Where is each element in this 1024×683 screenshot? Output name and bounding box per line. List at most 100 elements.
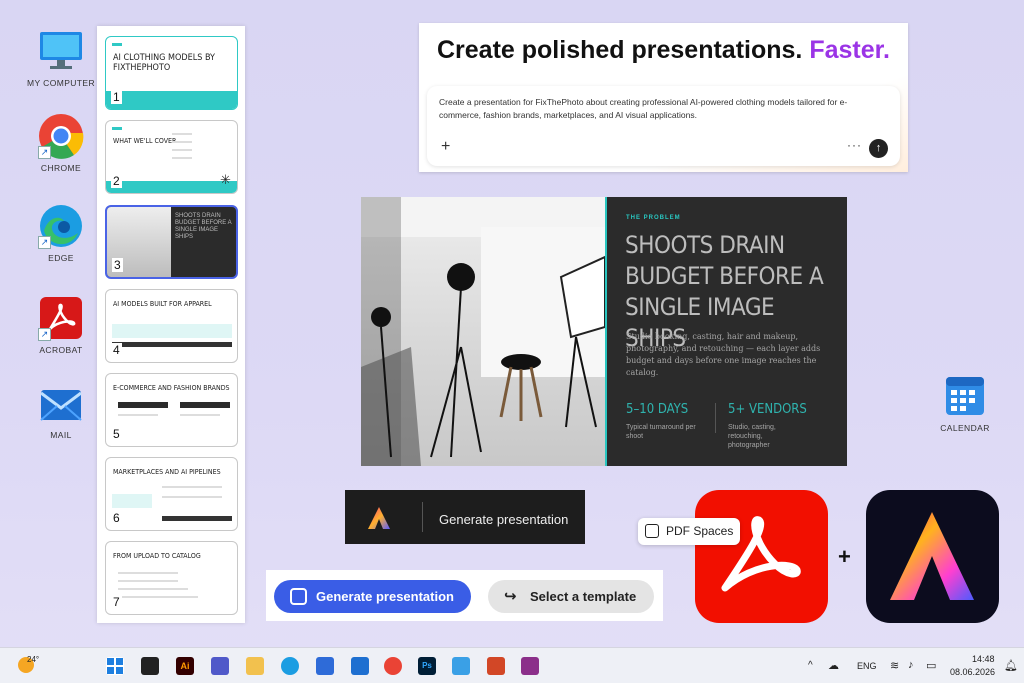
thumb-line	[180, 414, 220, 416]
slide-number: 5	[111, 427, 122, 441]
chevron-up-icon[interactable]: ^	[808, 660, 813, 671]
studio-photo	[361, 197, 606, 466]
desktop-icon-mail[interactable]: MAIL	[25, 380, 97, 440]
edge-icon[interactable]	[281, 657, 299, 675]
headline: Create polished presentations. Faster.	[437, 36, 890, 65]
winrar-icon[interactable]	[521, 657, 539, 675]
monitor-icon	[38, 28, 84, 74]
slide-thumbnail-4[interactable]: AI MODELS BUILT FOR APPAREL 4	[105, 289, 238, 363]
thumb-line	[118, 588, 188, 590]
slide-thumbnail-6[interactable]: MARKETPLACES AND AI PIPELINES 6	[105, 457, 238, 531]
slide-eyebrow: THE PROBLEM	[626, 215, 681, 221]
desktop-icon-acrobat[interactable]: ↗ ACROBAT	[25, 295, 97, 355]
desktop-icon-label: CALENDAR	[940, 423, 990, 433]
prompt-input[interactable]: Create a presentation for FixThePhoto ab…	[427, 86, 900, 166]
slide-thumbnail-2[interactable]: WHAT WE'LL COVER ✳ 2	[105, 120, 238, 194]
pdf-spaces-badge[interactable]: PDF Spaces	[638, 518, 740, 545]
action-bar: Generate presentation ↪ Select a templat…	[266, 570, 663, 621]
thumb-line	[162, 496, 222, 498]
desktop-icon-chrome[interactable]: ↗ CHROME	[25, 113, 97, 173]
powerpoint-icon[interactable]	[487, 657, 505, 675]
photos-icon[interactable]	[452, 657, 470, 675]
slide-thumbnail-1[interactable]: AI CLOTHING MODELS BY FIXTHEPHOTO 1	[105, 36, 238, 110]
teal-accent-bar	[112, 43, 122, 46]
teal-divider	[605, 197, 607, 466]
taskbar: 24° Ai Ps ^ ☁ ENG ≋ ♪ ▭ 14:48 08.06.2026…	[0, 647, 1024, 683]
sparkle-icon: ✳	[220, 172, 231, 187]
acrobat-logo	[695, 490, 828, 623]
chrome-icon: ↗	[38, 113, 84, 159]
slide-thumbnail-3[interactable]: SHOOTS DRAIN BUDGET BEFORE A SINGLE IMAG…	[105, 205, 238, 279]
clock-date[interactable]: 08.06.2026	[950, 667, 995, 677]
thumb-line	[172, 149, 192, 151]
shortcut-arrow-icon: ↗	[38, 146, 51, 159]
slide-thumbnail-5[interactable]: E-COMMERCE AND FASHION BRANDS 5	[105, 373, 238, 447]
desktop-icon-label: EDGE	[48, 253, 74, 263]
thumb-line	[118, 414, 158, 416]
stat-value: 5–10 DAYS	[626, 402, 689, 417]
battery-icon[interactable]: ▭	[926, 659, 936, 672]
task-view-icon[interactable]	[141, 657, 159, 675]
thumb-line	[118, 572, 178, 574]
slide-thumbnail-7[interactable]: FROM UPLOAD TO CATALOG 7	[105, 541, 238, 615]
teal-accent-bar	[112, 127, 122, 130]
headline-main: Create polished presentations.	[437, 36, 803, 64]
sparkle-image-icon	[290, 588, 307, 605]
more-options-button[interactable]: ···	[847, 138, 862, 152]
photoshop-icon[interactable]: Ps	[418, 657, 436, 675]
slide-thumbnail-title: FROM UPLOAD TO CATALOG	[113, 552, 201, 560]
generate-presentation-label: Generate presentation	[439, 512, 569, 527]
store-icon[interactable]	[316, 657, 334, 675]
slide-number: 7	[111, 595, 122, 609]
slide-thumbnail-title: SHOOTS DRAIN BUDGET BEFORE A SINGLE IMAG…	[175, 213, 232, 240]
illustrator-icon[interactable]: Ai	[176, 657, 194, 675]
file-explorer-icon[interactable]	[246, 657, 264, 675]
slide-thumbnail-title: AI CLOTHING MODELS BY FIXTHEPHOTO	[113, 53, 215, 73]
language-indicator[interactable]: ENG	[857, 661, 877, 671]
stat-divider	[715, 403, 716, 433]
add-attachment-button[interactable]: +	[441, 138, 450, 156]
generate-presentation-dark-button[interactable]: Generate presentation	[345, 490, 585, 544]
select-template-button[interactable]: ↪ Select a template	[488, 580, 654, 613]
weather-temp: 24°	[27, 655, 40, 664]
desktop-icon-label: MAIL	[50, 430, 72, 440]
slide-thumbnail-title: E-COMMERCE AND FASHION BRANDS	[113, 384, 230, 392]
thumb-dark-row	[180, 402, 230, 408]
teal-footer-band	[106, 181, 237, 193]
mail-icon[interactable]	[351, 657, 369, 675]
teams-icon[interactable]	[211, 657, 229, 675]
send-button[interactable]: ↑	[869, 139, 888, 158]
slide-number: 6	[111, 511, 122, 525]
desktop-icon-edge[interactable]: ↗ EDGE	[25, 203, 97, 263]
onedrive-icon[interactable]: ☁	[828, 659, 839, 672]
acrobat-icon: ↗	[38, 295, 84, 341]
notification-bell-icon[interactable]: 🔔︎	[1004, 659, 1018, 672]
start-icon[interactable]	[106, 657, 124, 675]
prompt-card: Create polished presentations. Faster. C…	[419, 23, 908, 172]
wifi-icon[interactable]: ≋	[890, 659, 899, 672]
desktop-icon-calendar[interactable]: CALENDAR	[929, 373, 1001, 433]
adobe-express-logo-icon	[366, 505, 392, 531]
slide-number: 1	[111, 90, 122, 104]
thumb-dark-row	[112, 342, 232, 347]
slide-number: 2	[111, 174, 122, 188]
generate-presentation-button[interactable]: Generate presentation	[274, 580, 471, 613]
thumb-line	[172, 141, 192, 143]
generate-presentation-label: Generate presentation	[316, 589, 454, 604]
volume-icon[interactable]: ♪	[908, 659, 914, 671]
stat-label: Studio, casting, retouching, photographe…	[728, 424, 776, 449]
desktop-icon-my-computer[interactable]: MY COMPUTER	[25, 28, 97, 88]
slide-thumbnail-panel: AI CLOTHING MODELS BY FIXTHEPHOTO 1 WHAT…	[97, 26, 245, 623]
teal-footer-band	[106, 91, 237, 109]
thumb-line	[162, 486, 222, 488]
prompt-text[interactable]: Create a presentation for FixThePhoto ab…	[439, 96, 879, 122]
clock-time[interactable]: 14:48	[972, 654, 995, 664]
slide-thumbnail-title: MARKETPLACES AND AI PIPELINES	[113, 468, 221, 476]
thumb-dark-row	[118, 402, 168, 408]
slide-thumbnail-title: AI MODELS BUILT FOR APPAREL	[113, 300, 212, 308]
chrome-icon[interactable]	[384, 657, 402, 675]
adobe-express-logo	[866, 490, 999, 623]
thumb-table	[112, 494, 152, 508]
thumb-dark-row	[162, 516, 232, 521]
thumb-line	[118, 596, 198, 598]
